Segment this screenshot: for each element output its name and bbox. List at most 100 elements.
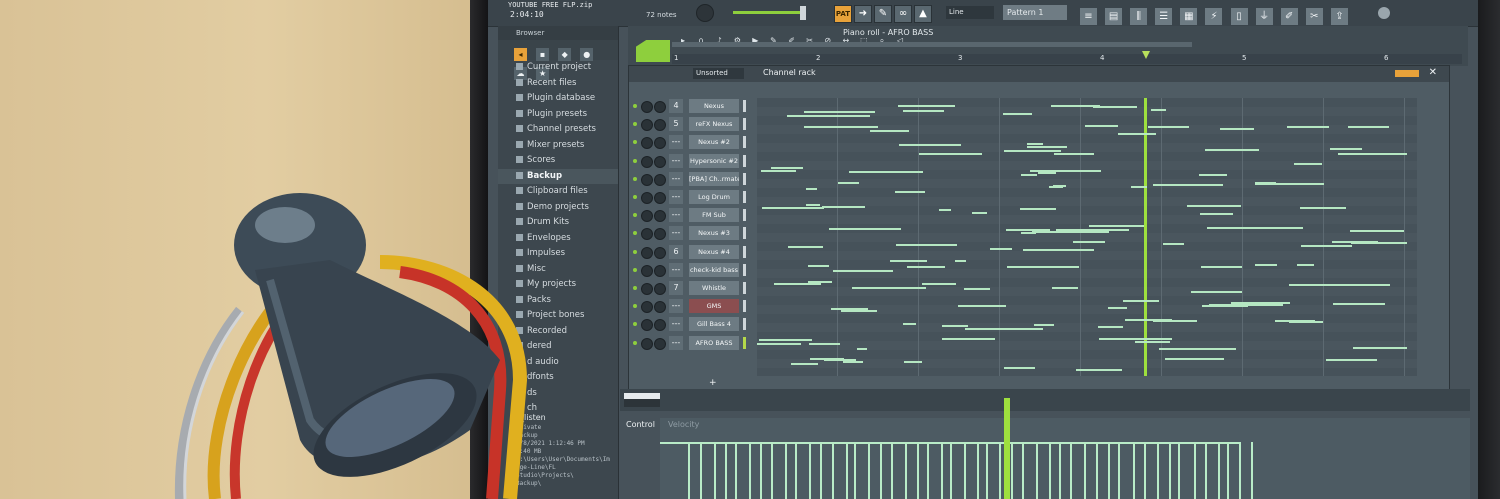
velocity-stem[interactable] — [1022, 442, 1024, 499]
velocity-stem[interactable] — [880, 442, 882, 499]
note[interactable] — [1098, 325, 1123, 328]
volume-knob[interactable] — [654, 173, 666, 186]
pan-knob[interactable] — [641, 173, 653, 186]
velocity-stem[interactable] — [725, 442, 727, 499]
online-icon[interactable] — [1378, 7, 1390, 19]
volume-knob[interactable] — [654, 301, 666, 314]
channel-name-button[interactable]: Nexus #3 — [689, 226, 739, 241]
pan-knob[interactable] — [641, 119, 653, 132]
close-icon[interactable]: ✕ — [1429, 67, 1437, 78]
note[interactable] — [804, 125, 878, 128]
pan-knob[interactable] — [641, 155, 653, 168]
mixer-track-number[interactable]: 7 — [669, 281, 683, 295]
tools-icon[interactable]: ✂ — [1305, 8, 1323, 25]
mixer-track-number[interactable]: --- — [669, 335, 683, 350]
velocity-stem[interactable] — [917, 442, 919, 499]
channel-name-button[interactable]: check-kid bass — [689, 262, 739, 277]
mixer-icon[interactable]: ⫼ — [1130, 8, 1148, 25]
note[interactable] — [1093, 106, 1137, 108]
browser-item[interactable]: Backup — [498, 168, 618, 184]
note[interactable] — [1021, 173, 1037, 176]
channel-rack-icon[interactable]: ☰ — [1155, 8, 1173, 25]
note[interactable] — [1006, 229, 1050, 231]
note[interactable] — [1300, 206, 1346, 209]
note[interactable] — [1023, 248, 1094, 251]
draw-icon[interactable]: ✎ — [874, 5, 892, 23]
browser-item[interactable]: Recent files — [498, 76, 618, 92]
add-channel-button[interactable]: + — [709, 378, 717, 388]
note[interactable] — [1255, 183, 1324, 185]
note[interactable] — [1004, 366, 1035, 369]
note[interactable] — [1027, 146, 1067, 148]
channel-row[interactable]: --- FM Sub — [629, 207, 749, 225]
note[interactable] — [1089, 225, 1144, 227]
browser-item[interactable]: Impulses — [498, 246, 618, 262]
volume-knob[interactable] — [654, 246, 666, 259]
note[interactable] — [955, 260, 966, 262]
channel-select[interactable] — [743, 282, 746, 294]
note[interactable] — [1032, 231, 1109, 233]
velocity-stem[interactable] — [927, 442, 929, 499]
pan-knob[interactable] — [641, 137, 653, 150]
note[interactable] — [922, 282, 956, 285]
velocity-stem[interactable] — [1084, 442, 1086, 499]
velocity-stem[interactable] — [1194, 442, 1196, 499]
channel-led[interactable] — [633, 322, 637, 327]
playlist-icon[interactable]: ≡ — [1080, 8, 1097, 25]
browser-item[interactable]: Current project — [498, 60, 618, 76]
channel-row[interactable]: 6 Nexus #4 — [629, 244, 749, 262]
mixer-track-number[interactable]: --- — [669, 153, 683, 168]
channel-row[interactable]: 4 Nexus — [629, 98, 749, 116]
channel-row[interactable]: --- GMS — [629, 298, 749, 316]
channel-led[interactable] — [633, 195, 637, 199]
note[interactable] — [1021, 232, 1036, 234]
velocity-stem[interactable] — [854, 442, 856, 499]
velocity-stem[interactable] — [905, 442, 907, 499]
browser-item[interactable]: Packs — [498, 293, 618, 309]
mixer-track-number[interactable]: 4 — [669, 99, 683, 113]
note[interactable] — [762, 206, 824, 209]
mixer-track-number[interactable]: --- — [669, 190, 683, 204]
note[interactable] — [990, 247, 1012, 250]
velocity-stem[interactable] — [771, 442, 773, 499]
note[interactable] — [804, 111, 875, 113]
note[interactable] — [942, 324, 968, 327]
note[interactable] — [890, 260, 927, 262]
note[interactable] — [1287, 125, 1329, 128]
piano-roll-icon[interactable]: ▤ — [1105, 8, 1123, 25]
note[interactable] — [965, 327, 1043, 330]
velocity-stem[interactable] — [1218, 442, 1220, 499]
velocity-stem[interactable] — [1133, 442, 1135, 499]
note[interactable] — [838, 182, 859, 184]
velocity-stem[interactable] — [1251, 442, 1253, 499]
velocity-stem[interactable] — [1108, 442, 1110, 499]
note[interactable] — [761, 169, 796, 172]
note[interactable] — [788, 245, 823, 248]
channel-led[interactable] — [633, 286, 637, 290]
channel-name-button[interactable]: Hypersonic #2 — [689, 153, 739, 168]
browser-item[interactable]: Plugin database — [498, 91, 618, 107]
note[interactable] — [896, 243, 957, 246]
volume-knob[interactable] — [654, 283, 666, 295]
volume-knob[interactable] — [654, 264, 666, 277]
browser-item[interactable]: ds — [498, 386, 618, 402]
velocity-stem[interactable] — [1118, 442, 1120, 499]
note[interactable] — [1135, 341, 1170, 343]
timeline-ruler[interactable]: 1 2 3 4 5 6 — [672, 54, 1462, 64]
volume-knob[interactable] — [654, 101, 666, 113]
velocity-stem[interactable] — [977, 442, 979, 499]
note[interactable] — [1163, 242, 1184, 245]
sort-select[interactable]: Unsorted — [693, 68, 744, 79]
plugin-icon[interactable]: ⚡ — [1205, 8, 1223, 25]
note[interactable] — [903, 322, 916, 325]
note[interactable] — [964, 287, 990, 290]
channel-led[interactable] — [633, 249, 637, 254]
volume-knob[interactable] — [654, 228, 666, 241]
velocity-stem[interactable] — [1049, 442, 1051, 499]
channel-led[interactable] — [633, 213, 637, 218]
browser-item[interactable]: Channel presets — [498, 122, 618, 138]
note[interactable] — [1159, 348, 1236, 350]
volume-knob[interactable] — [654, 192, 666, 204]
mixer-track-number[interactable]: --- — [669, 299, 683, 314]
piano-roll-tab[interactable] — [636, 40, 670, 62]
